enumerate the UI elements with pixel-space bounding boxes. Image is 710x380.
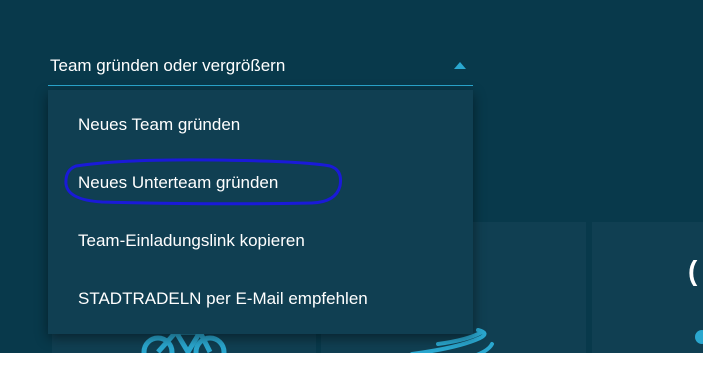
screenshot-border-right: [703, 0, 710, 380]
stat-card-partial: [592, 222, 703, 353]
menu-item-copy-invite-link[interactable]: Team-Einladungslink kopieren: [48, 212, 473, 268]
caret-up-icon[interactable]: [454, 62, 466, 69]
partial-icon: (: [688, 255, 698, 286]
screenshot-border-bottom: [0, 353, 710, 380]
dropdown-menu: Neues Team gründen Neues Unterteam gründ…: [48, 90, 473, 334]
menu-item-label: STADTRADELN per E-Mail empfehlen: [78, 289, 368, 308]
menu-item-label: Team-Einladungslink kopieren: [78, 231, 305, 250]
menu-item-new-subteam[interactable]: Neues Unterteam gründen: [48, 154, 473, 210]
select-value: Team gründen oder vergrößern: [50, 56, 286, 75]
menu-item-recommend-email[interactable]: STADTRADELN per E-Mail empfehlen: [48, 270, 473, 326]
menu-item-label: Neues Unterteam gründen: [78, 173, 279, 192]
app-background: ( Team gründen oder vergrößern Neues Tea…: [0, 0, 703, 353]
partial-dot-icon: [695, 330, 703, 344]
menu-item-new-team[interactable]: Neues Team gründen: [48, 96, 473, 152]
menu-item-label: Neues Team gründen: [78, 115, 241, 134]
team-action-select[interactable]: Team gründen oder vergrößern: [48, 48, 473, 86]
